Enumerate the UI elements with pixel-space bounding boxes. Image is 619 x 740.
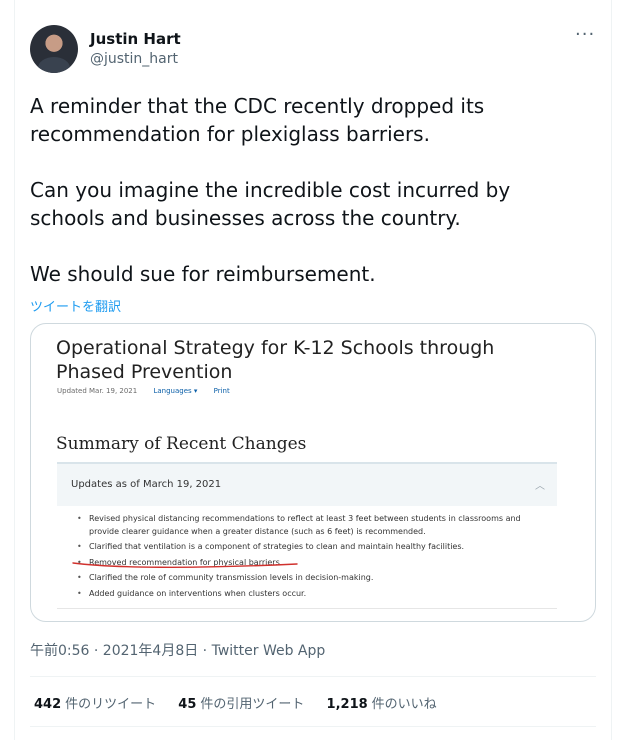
- divider: [30, 676, 596, 677]
- document-title: Operational Strategy for K-12 Schools th…: [56, 337, 495, 383]
- more-options-icon[interactable]: ···: [575, 24, 595, 45]
- quotes-count: 45: [178, 697, 197, 712]
- list-item: Revised physical distancing recommendati…: [77, 513, 547, 538]
- author-name[interactable]: Justin Hart: [90, 30, 181, 48]
- avatar[interactable]: [30, 25, 78, 73]
- updates-title: Updates as of March 19, 2021: [71, 479, 222, 490]
- tweet-text: A reminder that the CDC recently dropped…: [30, 92, 590, 288]
- divider: [57, 608, 557, 609]
- languages-link: Languages ▾: [153, 387, 198, 395]
- updated-date: Updated Mar. 19, 2021: [57, 387, 138, 395]
- summary-heading: Summary of Recent Changes: [56, 434, 307, 454]
- quotes-label: 件の引用ツイート: [200, 697, 305, 712]
- document-meta: Updated Mar. 19, 2021 Languages ▾ Print: [57, 387, 244, 395]
- likes-stat[interactable]: 1,218 件のいいね: [327, 697, 437, 712]
- red-underline-annotation: [72, 562, 298, 568]
- divider: [30, 726, 596, 727]
- updates-accordion: Updates as of March 19, 2021 ︿: [57, 462, 557, 506]
- retweets-label: 件のリツイート: [65, 697, 157, 712]
- likes-count: 1,218: [326, 697, 368, 712]
- tweet-paragraph: Can you imagine the incredible cost incu…: [30, 178, 511, 230]
- list-item: Clarified the role of community transmis…: [77, 572, 547, 585]
- tweet-paragraph: A reminder that the CDC recently dropped…: [30, 94, 485, 146]
- author-handle[interactable]: @justin_hart: [90, 51, 178, 67]
- timestamp[interactable]: 午前0:56 · 2021年4月8日 · Twitter Web App: [30, 640, 325, 660]
- quotes-stat[interactable]: 45 件の引用ツイート: [178, 697, 304, 712]
- likes-label: 件のいいね: [371, 697, 437, 712]
- list-item: Clarified that ventilation is a componen…: [77, 541, 547, 554]
- retweets-count: 442: [34, 697, 62, 712]
- list-item: Added guidance on interventions when clu…: [77, 588, 547, 601]
- retweets-stat[interactable]: 442 件のリツイート: [34, 697, 156, 712]
- attached-image[interactable]: Operational Strategy for K-12 Schools th…: [30, 323, 596, 622]
- print-link: Print: [213, 387, 230, 395]
- tweet-paragraph: We should sue for reimbursement.: [30, 262, 376, 286]
- chevron-up-icon: ︿: [535, 481, 545, 492]
- tweet-stats: 442 件のリツイート 45 件の引用ツイート 1,218 件のいいね: [34, 693, 455, 712]
- translate-tweet-link[interactable]: ツイートを翻訳: [30, 296, 121, 315]
